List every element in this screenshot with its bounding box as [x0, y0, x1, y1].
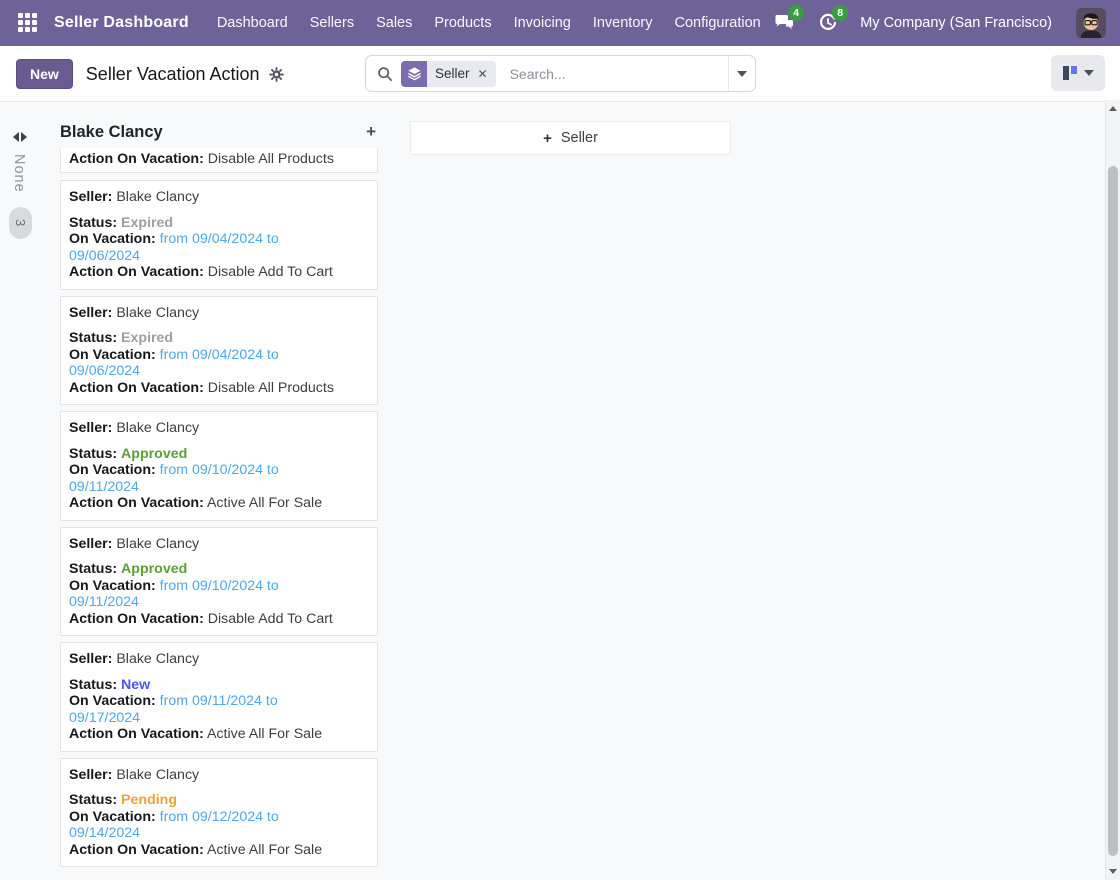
- card-action-line: Action On Vacation: Disable Add To Cart: [69, 610, 333, 627]
- plus-icon: +: [543, 129, 552, 147]
- card-status-line: Status: Expired: [69, 214, 174, 231]
- kanban-card-partial[interactable]: Action On Vacation: Disable All Products: [60, 148, 378, 173]
- menu-item-dashboard[interactable]: Dashboard: [217, 15, 288, 31]
- scrollbar-thumb[interactable]: [1108, 166, 1118, 856]
- scroll-up-icon[interactable]: [1109, 106, 1117, 111]
- card-action-line: Action On Vacation: Disable All Products: [69, 150, 334, 167]
- top-navbar: Seller Dashboard Dashboard Sellers Sales…: [0, 0, 1120, 46]
- control-panel: New Seller Vacation Action Seller ✕ Sear…: [0, 46, 1120, 102]
- card-status-line: Status: Pending: [69, 792, 178, 808]
- add-column-button[interactable]: + Seller: [410, 121, 731, 155]
- card-status-line: Status: Expired: [69, 330, 174, 346]
- facet-remove-icon[interactable]: ✕: [478, 68, 488, 80]
- card-action-line: Action On Vacation: Disable Add To Cart: [69, 264, 333, 280]
- collapsed-column-label: None: [11, 154, 27, 193]
- systray: 4 8 My Company (San Francisco): [772, 5, 1106, 38]
- card-seller-line: Seller: Blake Clancy: [69, 535, 200, 552]
- search-icon: [377, 66, 393, 82]
- collapsed-column-count-badge: 3: [9, 207, 32, 239]
- menu-item-inventory[interactable]: Inventory: [593, 15, 653, 31]
- card-action-line: Action On Vacation: Active All For Sale: [69, 841, 323, 858]
- card-seller-line: Seller: Blake Clancy: [69, 304, 200, 321]
- expand-column-icon[interactable]: [13, 132, 27, 142]
- chevron-down-icon: [1083, 70, 1094, 76]
- kanban-card[interactable]: Seller: Blake Clancy Status: Approved On V…: [60, 411, 378, 521]
- add-column-label: Seller: [560, 130, 598, 146]
- kanban-column-blake-clancy: Blake Clancy + Action On Vacation: Disab…: [60, 102, 378, 873]
- app-title[interactable]: Seller Dashboard: [54, 14, 189, 32]
- main-menu: Dashboard Sellers Sales Products Invoici…: [217, 15, 761, 31]
- facet-value: Seller: [435, 66, 470, 81]
- menu-item-sales[interactable]: Sales: [376, 15, 412, 31]
- messages-button[interactable]: 4: [772, 5, 805, 35]
- vertical-scrollbar[interactable]: [1105, 100, 1120, 880]
- messages-count-badge: 4: [788, 5, 805, 21]
- card-status-line: Status: Approved: [69, 561, 188, 577]
- page-title: Seller Vacation Action: [85, 63, 260, 84]
- column-title: Blake Clancy: [60, 122, 163, 141]
- card-vacation-line: On Vacation: from 09/11/2024 to 09/17/202…: [69, 693, 278, 726]
- kanban-card[interactable]: Seller: Blake Clancy Status: Approved On V…: [60, 526, 378, 636]
- card-seller-line: Seller: Blake Clancy: [69, 189, 200, 205]
- company-switcher[interactable]: My Company (San Francisco): [860, 15, 1052, 31]
- activities-count-badge: 8: [832, 5, 849, 21]
- card-status-line: Status: Approved: [69, 445, 188, 462]
- quick-create-icon[interactable]: +: [364, 122, 378, 142]
- menu-item-sellers[interactable]: Sellers: [310, 15, 354, 31]
- layers-icon: [401, 60, 427, 87]
- card-vacation-line: On Vacation: from 09/04/2024 to 09/06/202…: [69, 346, 279, 380]
- card-vacation-line: On Vacation: from 09/10/2024 to 09/11/202…: [69, 462, 279, 495]
- chevron-down-icon: [737, 70, 747, 77]
- card-seller-line: Seller: Blake Clancy: [69, 420, 200, 436]
- card-seller-line: Seller: Blake Clancy: [69, 651, 200, 667]
- kanban-card[interactable]: Seller: Blake Clancy Status: Expired On Va…: [60, 180, 378, 290]
- kanban-view-icon: [1062, 66, 1077, 80]
- app-window: Seller Dashboard Dashboard Sellers Sales…: [0, 0, 1120, 880]
- menu-item-configuration[interactable]: Configuration: [674, 15, 760, 31]
- kanban-card[interactable]: Seller: Blake Clancy Status: New On Vacati…: [60, 642, 378, 752]
- card-seller-line: Seller: Blake Clancy: [69, 766, 200, 783]
- collapsed-column-none[interactable]: None 3: [0, 102, 57, 880]
- apps-menu-icon[interactable]: [18, 13, 38, 33]
- user-avatar[interactable]: [1076, 8, 1106, 38]
- actions-gear-icon[interactable]: [268, 66, 284, 82]
- search-input[interactable]: Search...: [510, 66, 566, 82]
- new-button[interactable]: New: [16, 59, 73, 89]
- card-action-line: Action On Vacation: Active All For Sale: [69, 495, 323, 511]
- card-vacation-line: On Vacation: from 09/10/2024 to 09/11/202…: [69, 577, 279, 611]
- card-status-line: Status: New: [69, 676, 151, 693]
- card-action-line: Action On Vacation: Active All For Sale: [69, 726, 323, 742]
- search-facet-groupby[interactable]: Seller ✕: [401, 60, 496, 87]
- view-switcher-button[interactable]: [1051, 55, 1105, 91]
- scroll-down-icon[interactable]: [1109, 869, 1117, 874]
- kanban-card[interactable]: Seller: Blake Clancy Status: Expired On Va…: [60, 295, 378, 405]
- card-vacation-line: On Vacation: from 09/04/2024 to 09/06/202…: [69, 231, 279, 264]
- kanban-card[interactable]: Seller: Blake Clancy Status: Pending On Va…: [60, 757, 378, 867]
- card-vacation-line: On Vacation: from 09/12/2024 to 09/14/202…: [69, 808, 279, 842]
- card-action-line: Action On Vacation: Disable All Products: [69, 379, 334, 396]
- column-header: Blake Clancy +: [60, 120, 378, 144]
- search-bar[interactable]: Seller ✕ Search...: [365, 55, 756, 92]
- kanban-cards: Seller: Blake Clancy Status: Expired On Va…: [60, 180, 378, 867]
- menu-item-invoicing[interactable]: Invoicing: [514, 15, 571, 31]
- kanban-view: None 3 Blake Clancy + Action On Vacation…: [0, 100, 1120, 880]
- activities-button[interactable]: 8: [816, 5, 849, 35]
- search-options-caret[interactable]: [728, 56, 755, 91]
- menu-item-products[interactable]: Products: [434, 15, 491, 31]
